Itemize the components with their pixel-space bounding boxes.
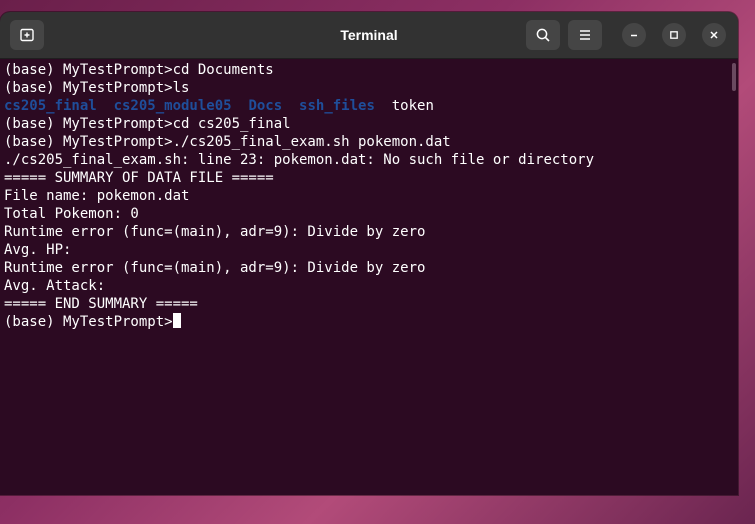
- text-cursor: [172, 313, 181, 328]
- prompt-line[interactable]: (base) MyTestPrompt>: [4, 313, 594, 331]
- maximize-icon: [670, 31, 678, 39]
- ls-entry-directory: Docs: [248, 98, 283, 114]
- ls-entry-directory: cs205_final: [4, 98, 97, 114]
- ls-entry-directory: cs205_module05: [113, 98, 232, 114]
- search-button[interactable]: [526, 20, 560, 50]
- prompt-text: (base) MyTestPrompt>: [4, 314, 173, 330]
- close-icon: [710, 31, 718, 39]
- minimize-button[interactable]: [622, 23, 646, 47]
- maximize-button[interactable]: [662, 23, 686, 47]
- close-button[interactable]: [702, 23, 726, 47]
- minimize-icon: [631, 34, 637, 37]
- terminal-line: ===== SUMMARY OF DATA FILE =====: [4, 170, 274, 186]
- terminal-line: Runtime error (func=(main), adr=9): Divi…: [4, 260, 426, 276]
- terminal-line: Runtime error (func=(main), adr=9): Divi…: [4, 224, 426, 240]
- terminal-line: (base) MyTestPrompt>ls: [4, 80, 190, 96]
- terminal-line: Total Pokemon: 0: [4, 206, 139, 222]
- menu-button[interactable]: [568, 20, 602, 50]
- ls-entry-file: token: [391, 98, 434, 114]
- hamburger-menu-icon: [580, 30, 590, 40]
- ls-output-line: cs205_final cs205_module05 Docs ssh_file…: [4, 97, 594, 115]
- terminal-line: File name: pokemon.dat: [4, 188, 190, 204]
- terminal-window: Terminal (base) MyTestPrompt>cd Document…: [0, 12, 738, 495]
- ls-entry-directory: ssh_files: [299, 98, 375, 114]
- terminal-line: ./cs205_final_exam.sh: line 23: pokemon.…: [4, 152, 595, 168]
- terminal-line: (base) MyTestPrompt>cd cs205_final: [4, 116, 291, 132]
- terminal-line: Avg. Attack:: [4, 278, 106, 294]
- scrollbar-thumb[interactable]: [732, 63, 736, 91]
- terminal-line: Avg. HP:: [4, 242, 72, 258]
- terminal-line: (base) MyTestPrompt>./cs205_final_exam.s…: [4, 134, 451, 150]
- search-icon: [536, 28, 550, 42]
- terminal-output[interactable]: (base) MyTestPrompt>cd Documents (base) …: [0, 59, 738, 495]
- scrollbar[interactable]: [730, 59, 738, 495]
- terminal-line: (base) MyTestPrompt>cd Documents: [4, 62, 274, 78]
- header-bar: Terminal: [0, 12, 738, 59]
- terminal-line: ===== END SUMMARY =====: [4, 296, 198, 312]
